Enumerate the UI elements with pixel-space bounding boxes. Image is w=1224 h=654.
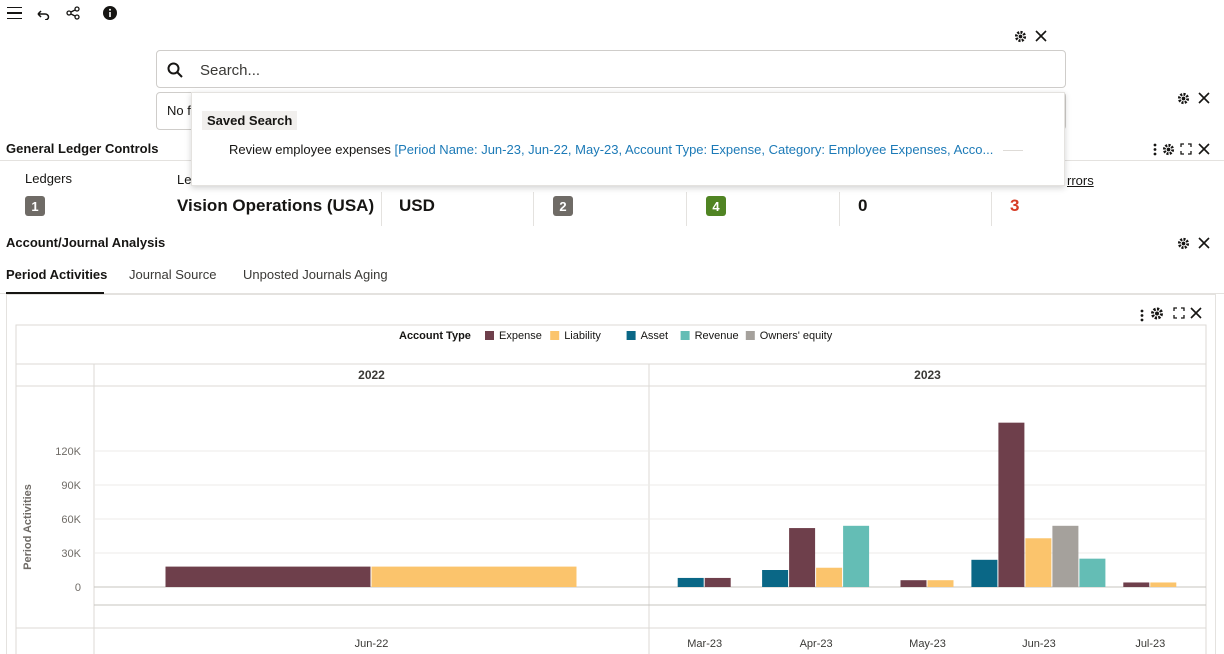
bar-owners-equity (1052, 525, 1079, 587)
more-options-icon (1140, 309, 1144, 313)
search-icon (166, 61, 184, 79)
undo-icon[interactable] (35, 6, 51, 22)
count-badge-green[interactable]: 4 (706, 196, 726, 216)
legend-label: Expense (499, 330, 542, 342)
column-divider (839, 192, 840, 226)
gear-icon[interactable] (1160, 141, 1176, 157)
y-tick-label: 60K (61, 514, 81, 526)
bar-liability (371, 566, 577, 587)
saved-search-dropdown: Saved Search Review employee expenses [P… (191, 92, 1065, 186)
column-divider (686, 192, 687, 226)
currency-value: USD (399, 196, 435, 215)
legend-swatch (485, 331, 494, 340)
legend-swatch (626, 331, 636, 340)
y-tick-label: 0 (75, 582, 81, 594)
x-tick-label: Jun-23 (1022, 638, 1056, 650)
info-icon[interactable] (102, 5, 118, 21)
close-icon[interactable] (1196, 90, 1212, 106)
gear-icon[interactable] (1175, 235, 1191, 251)
close-icon (1190, 307, 1202, 319)
y-tick-label: 30K (61, 548, 81, 560)
bar-liability (816, 567, 843, 587)
search-input[interactable]: Search... (156, 50, 1066, 88)
bar-liability (1025, 538, 1052, 587)
period-activities-chart: Account Type Expense Liability Asset Revenue… (15, 307, 1207, 654)
more-options-icon[interactable] (1150, 141, 1160, 157)
legend-swatch (745, 331, 755, 340)
saved-search-header: Saved Search (202, 111, 298, 130)
close-icon[interactable] (1033, 28, 1049, 44)
legend-label: Asset (641, 330, 669, 342)
divider (1002, 150, 1023, 152)
errors-count[interactable]: 3 (1010, 196, 1019, 216)
count-value: 0 (858, 196, 868, 215)
count-badge-gray[interactable]: 2 (553, 196, 573, 216)
more-options-icon (1140, 314, 1144, 317)
tab-journal-source[interactable]: Journal Source (129, 267, 216, 282)
gear-icon[interactable] (1012, 28, 1028, 44)
menu-icon[interactable] (5, 5, 23, 21)
maximize-icon (1173, 307, 1185, 319)
x-tick-label: Mar-23 (687, 638, 722, 650)
bar-expense (900, 580, 927, 587)
bar-liability (1150, 582, 1177, 587)
column-divider (991, 192, 992, 226)
tab-unposted-journals-aging[interactable]: Unposted Journals Aging (243, 267, 388, 282)
legend-swatch (680, 331, 690, 340)
share-icon[interactable] (65, 5, 81, 21)
bar-asset (762, 570, 789, 587)
y-tick-label: 90K (61, 480, 81, 492)
analysis-tabs: Period Activities Journal Source Unposte… (0, 262, 1224, 294)
bar-revenue (1079, 558, 1106, 587)
x-tick-label: Jul-23 (1135, 638, 1165, 650)
saved-search-item[interactable]: Review employee expenses [Period Name: J… (229, 142, 1023, 157)
x-tick-label: Apr-23 (800, 638, 833, 650)
column-divider (533, 192, 534, 226)
close-icon[interactable] (1196, 235, 1212, 251)
ledgers-label: Ledgers (25, 171, 72, 186)
year-header: 2023 (914, 368, 941, 382)
year-header: 2022 (358, 368, 385, 382)
saved-search-criteria: [Period Name: Jun-23, Jun-22, May-23, Ac… (394, 142, 994, 157)
column-divider (381, 192, 382, 226)
analysis-title: Account/Journal Analysis (6, 235, 166, 250)
errors-label[interactable]: rrors (1067, 173, 1094, 188)
legend-label: Revenue (695, 330, 739, 342)
legend-label: Liability (564, 330, 601, 342)
close-icon[interactable] (1196, 141, 1212, 157)
bar-liability (927, 580, 954, 587)
filter-text: No f (167, 103, 191, 118)
y-axis-title: Period Activities (22, 484, 34, 570)
ledger-name[interactable]: Vision Operations (USA) (177, 196, 374, 216)
search-placeholder: Search... (200, 62, 261, 79)
more-options-icon (1140, 318, 1144, 322)
tab-period-activities[interactable]: Period Activities (6, 267, 107, 282)
bar-expense (998, 422, 1025, 587)
bar-expense (165, 566, 371, 587)
bar-asset (677, 577, 704, 587)
bar-asset (971, 559, 998, 587)
ledgers-count-badge[interactable]: 1 (25, 196, 45, 216)
gear-icon[interactable] (1175, 90, 1191, 106)
maximize-icon[interactable] (1179, 141, 1193, 157)
x-tick-label: Jun-22 (355, 638, 389, 650)
bar-expense (789, 528, 816, 587)
bar-revenue (843, 525, 870, 587)
bar-expense (704, 577, 731, 587)
bar-expense (1123, 582, 1150, 587)
ledger-column-label: Le (177, 172, 192, 187)
gear-icon-center (1155, 311, 1159, 316)
period-activities-chart-panel: Account Type Expense Liability Asset Revenue… (6, 294, 1216, 654)
y-tick-label: 120K (55, 446, 81, 458)
saved-search-name: Review employee expenses (229, 142, 391, 157)
x-tick-label: May-23 (909, 638, 946, 650)
gl-controls-title: General Ledger Controls (6, 141, 159, 156)
legend-title: Account Type (399, 330, 471, 342)
legend-label: Owners' equity (760, 330, 833, 342)
legend-swatch (550, 331, 560, 340)
